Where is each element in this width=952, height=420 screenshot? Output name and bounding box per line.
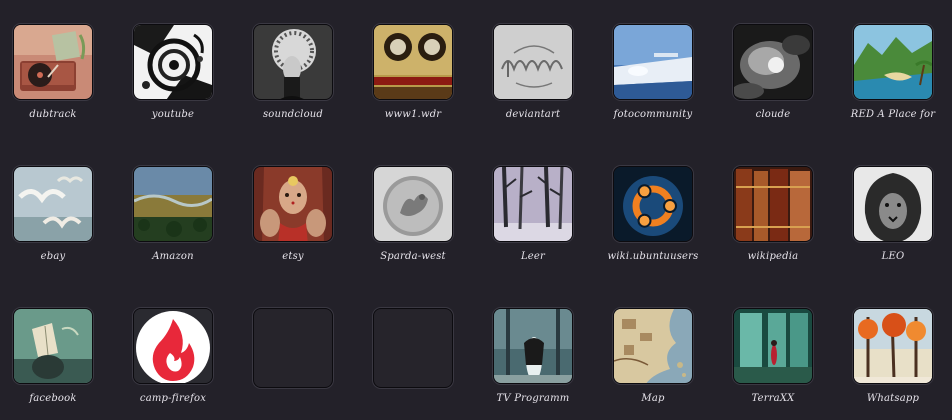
storm-cloud-icon — [733, 24, 813, 100]
dial-label: camp-firefox — [139, 393, 207, 404]
dial-tile-tv-programm[interactable]: TV Programm — [473, 284, 593, 404]
dial-label: Leer — [520, 251, 546, 262]
dial-tile-soundcloud[interactable]: soundcloud — [233, 0, 353, 120]
winter-forest-icon — [493, 166, 573, 242]
silver-coin-icon — [373, 166, 453, 242]
dial-label: youtube — [151, 109, 195, 120]
dial-label: www1.wdr — [384, 109, 442, 120]
dial-label: wiki.ubuntuusers — [607, 251, 699, 262]
dial-label: Whatsapp — [866, 393, 920, 404]
snow-landscape-icon — [613, 24, 693, 100]
dial-tile-empty-2[interactable] — [353, 284, 473, 404]
ghost-girl-icon — [493, 308, 573, 384]
deviant-script-icon — [493, 24, 573, 100]
flame-logo-icon — [133, 308, 213, 384]
dial-tile-wikipedia[interactable]: wikipedia — [713, 142, 833, 262]
dial-tile-red-a-place-for[interactable]: RED A Place for — [833, 0, 952, 120]
dial-tile-cloude[interactable]: cloude — [713, 0, 833, 120]
record-player-icon — [13, 24, 93, 100]
lion-drawing-icon — [853, 166, 933, 242]
dial-label: LEO — [881, 251, 905, 262]
dial-tile-facebook[interactable]: facebook — [0, 284, 113, 404]
empty-slot — [373, 308, 453, 388]
dial-label: fotocommunity — [613, 109, 693, 120]
dial-label: deviantart — [505, 109, 561, 120]
dial-label: etsy — [282, 251, 304, 262]
ubuntu-logo-icon — [613, 166, 693, 242]
reading-figure-icon — [13, 308, 93, 384]
dial-label: TerraXX — [751, 393, 795, 404]
dial-label: ebay — [40, 251, 66, 262]
vintage-radio-icon — [373, 24, 453, 100]
dial-tile-www1-wdr[interactable]: www1.wdr — [353, 0, 473, 120]
dial-tile-fotocommunity[interactable]: fotocommunity — [593, 0, 713, 120]
dial-tile-youtube[interactable]: youtube — [113, 0, 233, 120]
masked-face-icon — [253, 24, 333, 100]
dial-label: Sparda-west — [380, 251, 446, 262]
decorated-woman-icon — [253, 166, 333, 242]
dial-tile-deviantart[interactable]: deviantart — [473, 0, 593, 120]
river-aerial-icon — [133, 166, 213, 242]
dial-label: soundcloud — [262, 109, 324, 120]
dial-tile-leer[interactable]: Leer — [473, 142, 593, 262]
dial-tile-etsy[interactable]: etsy — [233, 142, 353, 262]
dial-label: dubtrack — [29, 109, 77, 120]
tropical-coast-icon — [853, 24, 933, 100]
dial-tile-leo[interactable]: LEO — [833, 142, 952, 262]
dial-label: RED A Place for — [850, 109, 936, 120]
dial-tile-dubtrack[interactable]: dubtrack — [0, 0, 113, 120]
dial-label: Amazon — [152, 251, 194, 262]
dial-tile-ebay[interactable]: ebay — [0, 142, 113, 262]
empty-slot — [253, 308, 333, 388]
seagulls-icon — [13, 166, 93, 242]
dial-tile-empty-1[interactable] — [233, 284, 353, 404]
ink-swirl-icon — [133, 24, 213, 100]
dial-label: Map — [641, 393, 665, 404]
dial-label: facebook — [29, 393, 77, 404]
speed-dial-grid: dubtrack youtube soundcloud www1.wdr dev… — [0, 0, 952, 420]
dial-tile-wiki-ubuntuusers[interactable]: wiki.ubuntuusers — [593, 142, 713, 262]
dial-label: wikipedia — [747, 251, 799, 262]
dial-tile-terraxx[interactable]: TerraXX — [713, 284, 833, 404]
dial-tile-amazon[interactable]: Amazon — [113, 142, 233, 262]
autumn-forest-icon — [853, 308, 933, 384]
green-hall-icon — [733, 308, 813, 384]
dial-tile-camp-firefox[interactable]: camp-firefox — [113, 284, 233, 404]
old-books-icon — [733, 166, 813, 242]
dial-tile-whatsapp[interactable]: Whatsapp — [833, 284, 952, 404]
dial-label: TV Programm — [496, 393, 570, 404]
dial-tile-sparda-west[interactable]: Sparda-west — [353, 142, 473, 262]
dial-tile-map[interactable]: Map — [593, 284, 713, 404]
fantasy-map-icon — [613, 308, 693, 384]
dial-label: cloude — [755, 109, 791, 120]
